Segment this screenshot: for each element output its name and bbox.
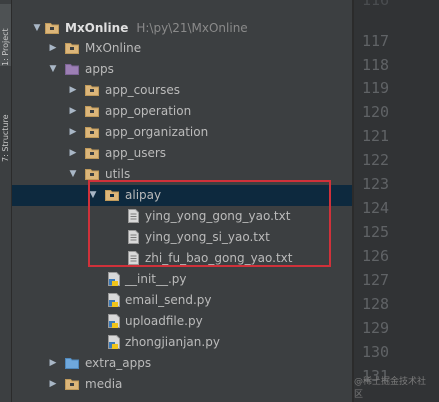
python-file-icon bbox=[108, 314, 121, 328]
tree-row-root[interactable]: ▼ MxOnline H:\py\21\MxOnline bbox=[12, 18, 352, 39]
tree-row-app-courses[interactable]: ▶ app_courses bbox=[12, 80, 352, 101]
package-folder-icon bbox=[85, 168, 99, 180]
tree-row-zhongjianjan-py[interactable]: zhongjianjan.py bbox=[12, 332, 352, 353]
collapsed-arrow-icon[interactable]: ▶ bbox=[48, 353, 58, 374]
collapsed-arrow-icon[interactable]: ▶ bbox=[68, 143, 78, 164]
project-tool-tab[interactable]: 1: Project bbox=[0, 4, 11, 66]
tree-row-ying-yong-gong-yao[interactable]: ying_yong_gong_yao.txt bbox=[12, 206, 352, 227]
line-number: 119 bbox=[362, 79, 390, 97]
structure-tool-tab[interactable]: 7: Structure bbox=[0, 96, 11, 162]
tree-row-extra-apps[interactable]: ▶ extra_apps bbox=[12, 353, 352, 374]
tree-item-label: MxOnline bbox=[85, 41, 142, 55]
python-file-icon bbox=[108, 272, 121, 286]
tree-row-uploadfile-py[interactable]: uploadfile.py bbox=[12, 311, 352, 332]
line-number: 128 bbox=[362, 295, 390, 313]
tree-item-label: app_users bbox=[105, 146, 167, 160]
line-number: 130 bbox=[362, 343, 390, 361]
tree-row-app-organization[interactable]: ▶ app_organization bbox=[12, 122, 352, 143]
text-file-icon bbox=[128, 230, 139, 244]
line-number: 125 bbox=[362, 223, 390, 241]
folder-icon bbox=[65, 42, 79, 54]
tree-item-label: email_send.py bbox=[125, 293, 212, 307]
line-number: 129 bbox=[362, 319, 390, 337]
expanded-arrow-icon[interactable]: ▼ bbox=[88, 185, 98, 206]
expanded-arrow-icon[interactable]: ▼ bbox=[32, 18, 42, 39]
tree-row-ying-yong-si-yao[interactable]: ying_yong_si_yao.txt bbox=[12, 227, 352, 248]
folder-icon bbox=[45, 22, 59, 34]
tree-item-label: __init__.py bbox=[125, 272, 187, 286]
editor-line-gutter: 116 117 118 119 120 121 122 123 124 125 … bbox=[353, 0, 439, 402]
collapsed-arrow-icon[interactable]: ▶ bbox=[68, 122, 78, 143]
tree-item-label: app_operation bbox=[105, 104, 192, 118]
line-number: 117 bbox=[362, 32, 390, 50]
project-tree: ▼ MxOnline H:\py\21\MxOnline ▶ MxOnline ▼… bbox=[12, 0, 352, 402]
tree-row-mxonline[interactable]: ▶ MxOnline bbox=[12, 38, 352, 59]
tree-row-utils[interactable]: ▼ utils bbox=[12, 164, 352, 185]
source-folder-icon bbox=[65, 63, 79, 75]
text-file-icon bbox=[128, 251, 139, 265]
root-project-path: H:\py\21\MxOnline bbox=[136, 21, 248, 35]
tree-item-label: ying_yong_si_yao.txt bbox=[145, 230, 270, 244]
line-number: 127 bbox=[362, 271, 390, 289]
package-folder-icon bbox=[85, 105, 99, 117]
collapsed-arrow-icon[interactable]: ▶ bbox=[48, 374, 58, 395]
tree-item-label: app_organization bbox=[105, 125, 209, 139]
text-file-icon bbox=[128, 209, 139, 223]
tree-row-apps[interactable]: ▼ apps bbox=[12, 59, 352, 80]
tree-row-zhi-fu-bao-gong-yao[interactable]: zhi_fu_bao_gong_yao.txt bbox=[12, 248, 352, 269]
tree-row-alipay[interactable]: ▼ alipay bbox=[12, 185, 352, 206]
line-number: 120 bbox=[362, 103, 390, 121]
collapsed-arrow-icon[interactable]: ▶ bbox=[68, 80, 78, 101]
tool-window-strip: 1: Project 7: Structure bbox=[0, 0, 12, 402]
tree-item-label: uploadfile.py bbox=[125, 314, 203, 328]
line-number: 123 bbox=[362, 175, 390, 193]
package-folder-icon bbox=[85, 126, 99, 138]
tree-item-label: media bbox=[85, 377, 123, 391]
line-number: 118 bbox=[362, 56, 390, 74]
folder-icon bbox=[65, 378, 79, 390]
collapsed-arrow-icon[interactable]: ▶ bbox=[68, 101, 78, 122]
python-file-icon bbox=[108, 335, 121, 349]
python-file-icon bbox=[108, 293, 121, 307]
tree-item-label: app_courses bbox=[105, 83, 180, 97]
package-folder-icon bbox=[105, 189, 119, 201]
line-number: 124 bbox=[362, 199, 390, 217]
collapsed-arrow-icon[interactable]: ▶ bbox=[48, 38, 58, 59]
watermark: @稀土掘金技术社区 bbox=[354, 377, 427, 400]
tree-row-app-users[interactable]: ▶ app_users bbox=[12, 143, 352, 164]
expanded-arrow-icon[interactable]: ▼ bbox=[68, 164, 78, 185]
tree-item-label: utils bbox=[105, 167, 131, 181]
line-number: 126 bbox=[362, 247, 390, 265]
tree-row-init-py[interactable]: __init__.py bbox=[12, 269, 352, 290]
tree-item-label: extra_apps bbox=[85, 356, 152, 370]
root-project-name: MxOnline bbox=[65, 21, 129, 35]
tree-row-media[interactable]: ▶ media bbox=[12, 374, 352, 395]
package-folder-icon bbox=[85, 84, 99, 96]
tree-item-label: apps bbox=[85, 62, 114, 76]
tree-item-label: zhongjianjan.py bbox=[125, 335, 220, 349]
folder-icon bbox=[65, 357, 79, 369]
tree-row-app-operation[interactable]: ▶ app_operation bbox=[12, 101, 352, 122]
line-number: 121 bbox=[362, 127, 390, 145]
package-folder-icon bbox=[85, 147, 99, 159]
tree-item-label: alipay bbox=[125, 188, 162, 202]
line-number: 116 bbox=[362, 0, 390, 9]
tree-item-label: ying_yong_gong_yao.txt bbox=[145, 209, 291, 223]
expanded-arrow-icon[interactable]: ▼ bbox=[48, 59, 58, 80]
line-number: 122 bbox=[362, 151, 390, 169]
tree-row-email-send-py[interactable]: email_send.py bbox=[12, 290, 352, 311]
tree-item-label: zhi_fu_bao_gong_yao.txt bbox=[145, 251, 293, 265]
